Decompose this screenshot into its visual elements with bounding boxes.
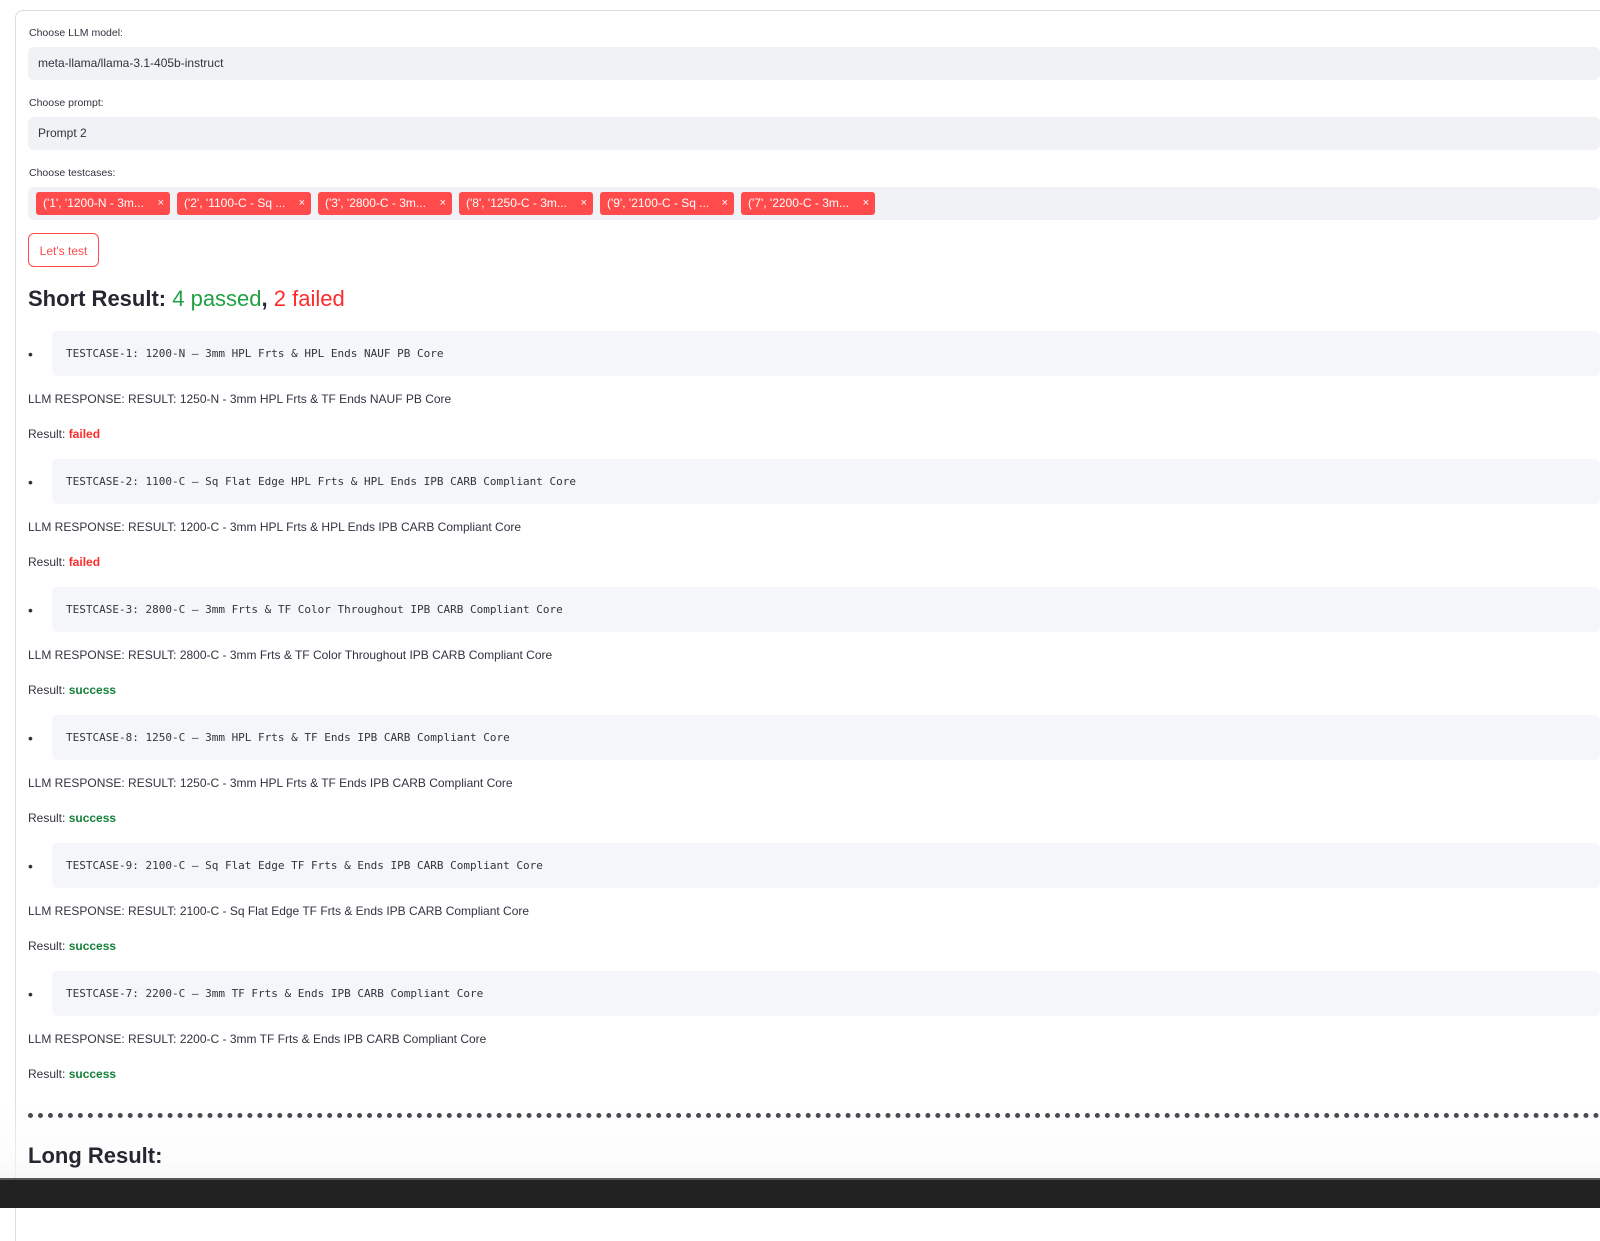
testcase-code: TESTCASE-8: 1250-C – 3mm HPL Frts & TF E… — [52, 715, 1600, 760]
result-label: Result: — [28, 683, 69, 697]
testcase-tag: ('3', '2800-C - 3m... × — [318, 192, 452, 215]
result-status: success — [68, 683, 117, 697]
testcase-tag: ('1', '1200-N - 3m... × — [36, 192, 170, 215]
result-label: Result: — [28, 811, 69, 825]
bullet-icon: • — [28, 858, 33, 874]
testcase-code: TESTCASE-9: 2100-C – Sq Flat Edge TF Frt… — [52, 843, 1600, 888]
testcase-code: TESTCASE-2: 1100-C – Sq Flat Edge HPL Fr… — [52, 459, 1600, 504]
result-label: Result: — [28, 1067, 69, 1081]
result-line: Result: failed — [28, 427, 100, 441]
result-label: Result: — [28, 939, 69, 953]
short-result-heading: Short Result: 4 passed, 2 failed — [28, 286, 345, 312]
passed-count: 4 passed — [172, 286, 262, 311]
result-status: success — [68, 939, 117, 953]
testcases-select-label: Choose testcases: — [29, 167, 116, 179]
lets-test-button[interactable]: Let's test — [28, 233, 99, 267]
model-select[interactable]: meta-llama/llama-3.1-405b-instruct — [28, 47, 1600, 80]
llm-response: LLM RESPONSE: RESULT: 2800-C - 3mm Frts … — [28, 648, 553, 662]
remove-tag-icon[interactable]: × — [299, 192, 305, 215]
section-divider — [28, 1113, 1600, 1118]
bullet-icon: • — [28, 986, 33, 1002]
testcase-tag: ('8', '1250-C - 3m... × — [459, 192, 593, 215]
remove-tag-icon[interactable]: × — [722, 192, 728, 215]
long-result-heading: Long Result: — [28, 1143, 163, 1168]
llm-response: LLM RESPONSE: RESULT: 1250-N - 3mm HPL F… — [28, 392, 452, 406]
result-status: failed — [68, 555, 101, 569]
testcase-code: TESTCASE-1: 1200-N – 3mm HPL Frts & HPL … — [52, 331, 1600, 376]
result-line: Result: success — [28, 683, 116, 697]
bullet-icon: • — [28, 474, 33, 490]
remove-tag-icon[interactable]: × — [581, 192, 587, 215]
llm-response: LLM RESPONSE: RESULT: 1250-C - 3mm HPL F… — [28, 776, 513, 790]
result-line: Result: success — [28, 939, 116, 953]
failed-count: 2 failed — [273, 286, 345, 311]
testcase-tag: ('9', '2100-C - Sq ... × — [600, 192, 734, 215]
testcases-multiselect[interactable]: ('1', '1200-N - 3m... × ('2', '1100-C - … — [28, 187, 1600, 220]
prompt-select-label: Choose prompt: — [29, 97, 104, 109]
testcase-tag-label: ('3', '2800-C - 3m... — [325, 196, 426, 210]
testcase-tag: ('2', '1100-C - Sq ... × — [177, 192, 311, 215]
result-line: Result: failed — [28, 555, 100, 569]
remove-tag-icon[interactable]: × — [863, 192, 869, 215]
separator: , — [261, 286, 274, 311]
llm-response: LLM RESPONSE: RESULT: 1200-C - 3mm HPL F… — [28, 520, 522, 534]
bullet-icon: • — [28, 602, 33, 618]
testcase-tag-label: ('7', '2200-C - 3m... — [748, 196, 849, 210]
testcase-tag-label: ('1', '1200-N - 3m... — [43, 196, 144, 210]
testcase-tag-label: ('2', '1100-C - Sq ... — [184, 196, 286, 210]
window-bottom-edge — [0, 1178, 1600, 1208]
testcase-code: TESTCASE-7: 2200-C – 3mm TF Frts & Ends … — [52, 971, 1600, 1016]
result-status: success — [68, 811, 117, 825]
result-label: Result: — [28, 427, 69, 441]
remove-tag-icon[interactable]: × — [440, 192, 446, 215]
result-status: failed — [68, 427, 101, 441]
model-select-value: meta-llama/llama-3.1-405b-instruct — [38, 56, 224, 70]
result-status: success — [68, 1067, 117, 1081]
model-select-label: Choose LLM model: — [29, 27, 123, 39]
testcase-code: TESTCASE-3: 2800-C – 3mm Frts & TF Color… — [52, 587, 1600, 632]
prompt-select-value: Prompt 2 — [38, 126, 87, 140]
bullet-icon: • — [28, 730, 33, 746]
testcase-tag-label: ('9', '2100-C - Sq ... — [607, 196, 710, 210]
prompt-select[interactable]: Prompt 2 — [28, 117, 1600, 150]
result-line: Result: success — [28, 811, 116, 825]
short-result-prefix: Short Result: — [28, 286, 173, 311]
result-label: Result: — [28, 555, 69, 569]
bullet-icon: • — [28, 346, 33, 362]
remove-tag-icon[interactable]: × — [158, 192, 164, 215]
llm-response: LLM RESPONSE: RESULT: 2200-C - 3mm TF Fr… — [28, 1032, 487, 1046]
llm-response: LLM RESPONSE: RESULT: 2100-C - Sq Flat E… — [28, 904, 530, 918]
result-line: Result: success — [28, 1067, 116, 1081]
testcase-tag: ('7', '2200-C - 3m... × — [741, 192, 875, 215]
testcase-tag-label: ('8', '1250-C - 3m... — [466, 196, 567, 210]
